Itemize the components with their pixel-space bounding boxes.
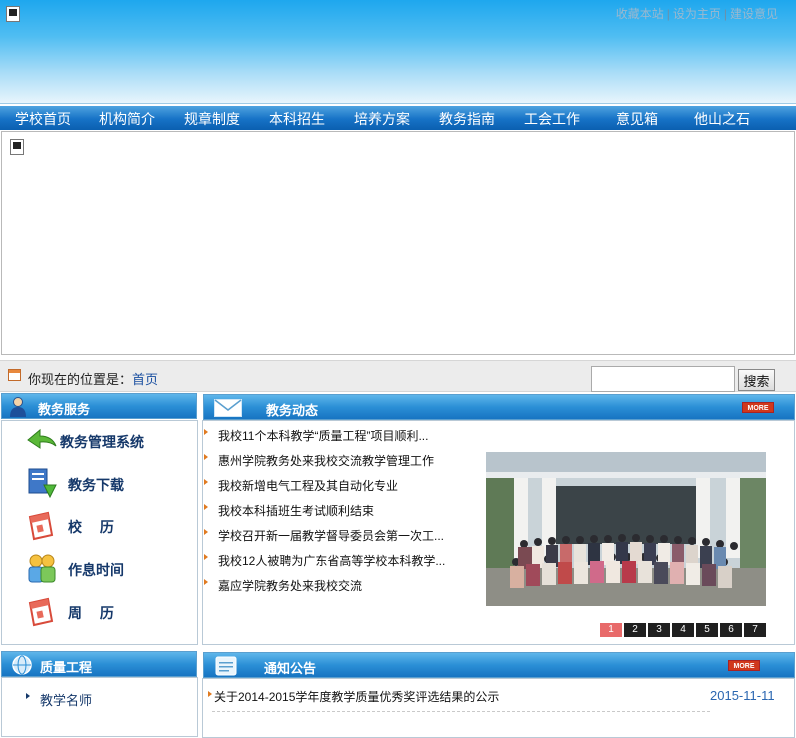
nav-item-regulations[interactable]: 规章制度 <box>184 109 240 129</box>
set-homepage-link[interactable]: 设为主页 <box>673 7 721 21</box>
pager-button[interactable]: 7 <box>744 623 766 637</box>
bullet-arrow-icon <box>204 429 208 435</box>
nav-item-about[interactable]: 机构简介 <box>99 109 155 129</box>
service-schedule[interactable]: 作息时间 <box>26 552 186 586</box>
pager-button[interactable]: 6 <box>720 623 742 637</box>
calendar-icon <box>8 369 21 381</box>
nav-item-home[interactable]: 学校首页 <box>15 109 71 129</box>
link-separator: | <box>666 7 670 21</box>
calendar-icon <box>28 597 54 627</box>
news-title: 教务动态 <box>266 403 319 418</box>
news-item-text: 嘉应学院教务处来我校交流 <box>218 579 363 593</box>
divider <box>212 711 710 712</box>
news-header: 教务动态 MORE <box>203 394 795 420</box>
group-photo <box>486 452 766 606</box>
bullet-arrow-icon <box>208 691 212 697</box>
service-label: 周 历 <box>68 605 114 621</box>
service-label: 教务管理系统 <box>60 434 144 450</box>
services-title: 教务服务 <box>38 402 91 417</box>
notebook-icon <box>215 656 237 676</box>
search-button[interactable]: 搜索 <box>738 369 775 391</box>
nav-item-admissions[interactable]: 本科招生 <box>269 109 325 129</box>
notice-item[interactable]: 关于2014-2015学年度教学质量优秀奖评选结果的公示 2015-11-11 <box>208 687 788 707</box>
link-separator: | <box>723 7 727 21</box>
news-item-text: 我校本科插班生考试顺利结束 <box>218 504 375 518</box>
news-item[interactable]: 我校12人被聘为广东省高等学校本科教学... <box>204 552 474 570</box>
news-item-text: 学校召开新一届教学督导委员会第一次工... <box>218 529 445 543</box>
people-icon <box>28 554 56 583</box>
download-icon <box>28 468 57 499</box>
news-item[interactable]: 我校本科插班生考试顺利结束 <box>204 502 474 520</box>
person-icon <box>10 397 26 417</box>
site-header: 收藏本站 | 设为主页 | 建设意见 <box>0 0 796 104</box>
notices-header: 通知公告 MORE <box>203 652 795 678</box>
news-slideshow-photo[interactable] <box>486 452 766 606</box>
notices-title: 通知公告 <box>264 661 317 676</box>
service-label: 校 历 <box>68 519 114 535</box>
bullet-arrow-icon <box>26 693 30 699</box>
quality-panel <box>1 677 198 737</box>
service-school-calendar[interactable]: 校 历 <box>26 509 186 543</box>
notice-title: 关于2014-2015学年度教学质量优秀奖评选结果的公示 <box>214 690 500 704</box>
feedback-link[interactable]: 建设意见 <box>730 7 778 21</box>
pager-button[interactable]: 1 <box>600 623 622 637</box>
bullet-arrow-icon <box>204 454 208 460</box>
bookmark-link[interactable]: 收藏本站 <box>616 7 664 21</box>
nav-item-references[interactable]: 他山之石 <box>694 109 750 129</box>
news-item[interactable]: 惠州学院教务处来我校交流教学管理工作 <box>204 452 474 470</box>
service-downloads[interactable]: 教务下载 <box>26 467 186 501</box>
nav-item-suggestion-box[interactable]: 意见箱 <box>616 109 658 129</box>
service-weekly-calendar[interactable]: 周 历 <box>26 595 186 629</box>
globe-icon <box>12 655 32 675</box>
news-item[interactable]: 学校召开新一届教学督导委员会第一次工... <box>204 527 474 545</box>
quality-item-label: 教学名师 <box>40 693 93 708</box>
pager-button[interactable]: 3 <box>648 623 670 637</box>
top-links: 收藏本站 | 设为主页 | 建设意见 <box>616 5 778 22</box>
search-input[interactable] <box>591 366 735 392</box>
bullet-arrow-icon <box>204 479 208 485</box>
news-more-button[interactable]: MORE <box>742 402 774 413</box>
green-arrow-icon <box>27 428 57 449</box>
service-label: 教务下载 <box>68 477 124 493</box>
breadcrumb-prefix: 你现在的位置是： <box>28 372 133 387</box>
quality-title: 质量工程 <box>40 660 93 675</box>
bullet-arrow-icon <box>204 579 208 585</box>
calendar-icon <box>28 511 54 541</box>
breadcrumb-home-link[interactable]: 首页 <box>132 372 158 387</box>
pager-button[interactable]: 4 <box>672 623 694 637</box>
banner-frame <box>1 131 795 355</box>
nav-item-curriculum[interactable]: 培养方案 <box>354 109 410 129</box>
notice-date: 2015-11-11 <box>710 688 775 703</box>
pager-button[interactable]: 2 <box>624 623 646 637</box>
news-item-text: 我校11个本科教学“质量工程”项目顺利... <box>218 429 429 443</box>
quality-header: 质量工程 <box>1 651 197 677</box>
main-nav: 学校首页 机构简介 规章制度 本科招生 培养方案 教务指南 工会工作 意见箱 他… <box>0 106 796 130</box>
news-item[interactable]: 嘉应学院教务处来我校交流 <box>204 577 474 595</box>
services-header: 教务服务 <box>1 393 197 419</box>
bullet-arrow-icon <box>204 504 208 510</box>
pager-button[interactable]: 5 <box>696 623 718 637</box>
news-item[interactable]: 我校新增电气工程及其自动化专业 <box>204 477 474 495</box>
news-item-text: 我校新增电气工程及其自动化专业 <box>218 479 399 493</box>
news-item[interactable]: 我校11个本科教学“质量工程”项目顺利... <box>204 427 474 445</box>
news-item-text: 惠州学院教务处来我校交流教学管理工作 <box>218 454 435 468</box>
bullet-arrow-icon <box>204 529 208 535</box>
envelope-icon <box>214 399 242 417</box>
nav-item-guide[interactable]: 教务指南 <box>439 109 495 129</box>
breadcrumb: 你现在的位置是：首页 <box>28 369 158 388</box>
service-label: 作息时间 <box>68 562 124 578</box>
nav-item-union[interactable]: 工会工作 <box>524 109 580 129</box>
news-item-text: 我校12人被聘为广东省高等学校本科教学... <box>218 554 446 568</box>
location-bar: 你现在的位置是：首页 搜索 <box>0 360 796 392</box>
broken-image-icon <box>6 6 20 22</box>
notices-more-button[interactable]: MORE <box>728 660 760 671</box>
broken-image-icon <box>10 139 24 155</box>
bullet-arrow-icon <box>204 554 208 560</box>
service-jwgl-system[interactable]: 教务管理系统 <box>26 424 186 458</box>
